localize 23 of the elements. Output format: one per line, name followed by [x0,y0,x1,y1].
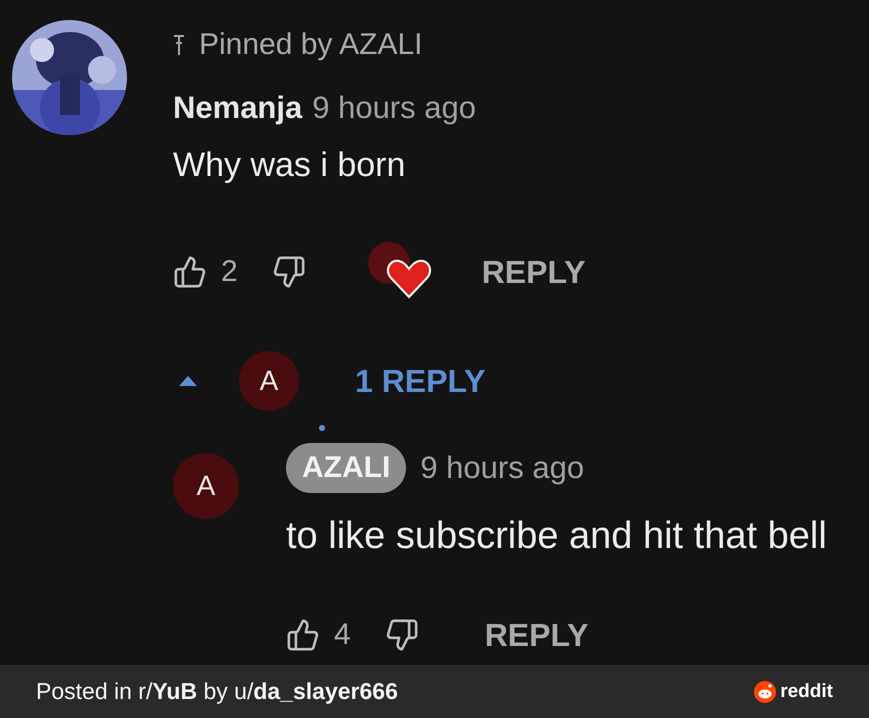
reply-button[interactable]: REPLY [478,612,594,658]
comment-text: Why was i born [173,146,406,185]
like-icon[interactable] [286,618,320,652]
post-caption: Posted in r/YuB by u/da_slayer666 [36,678,398,705]
like-count: 4 [334,618,351,652]
dislike-icon[interactable] [272,255,306,289]
replies-toggle[interactable]: 1 REPLY [355,362,486,400]
reply-avatar: A [173,453,239,519]
like-icon[interactable] [173,255,207,289]
like-count: 2 [221,255,238,289]
comment-time: 9 hours ago [312,90,476,126]
brand-name: reddit [780,680,833,702]
alien-logo-icon [754,680,776,702]
reply-time: 9 hours ago [420,450,584,486]
comment-author[interactable]: Nemanja [173,90,302,126]
dislike-icon[interactable] [384,618,419,652]
thread-dot [319,425,325,431]
reply-text: to like subscribe and hit that bell [286,515,827,558]
reply-button[interactable]: REPLY [476,250,592,294]
reply-avatar: A [239,351,299,411]
pinned-label: Pinned by AZALI [199,28,422,62]
pin-icon [173,34,185,56]
collapse-icon[interactable] [179,376,197,386]
